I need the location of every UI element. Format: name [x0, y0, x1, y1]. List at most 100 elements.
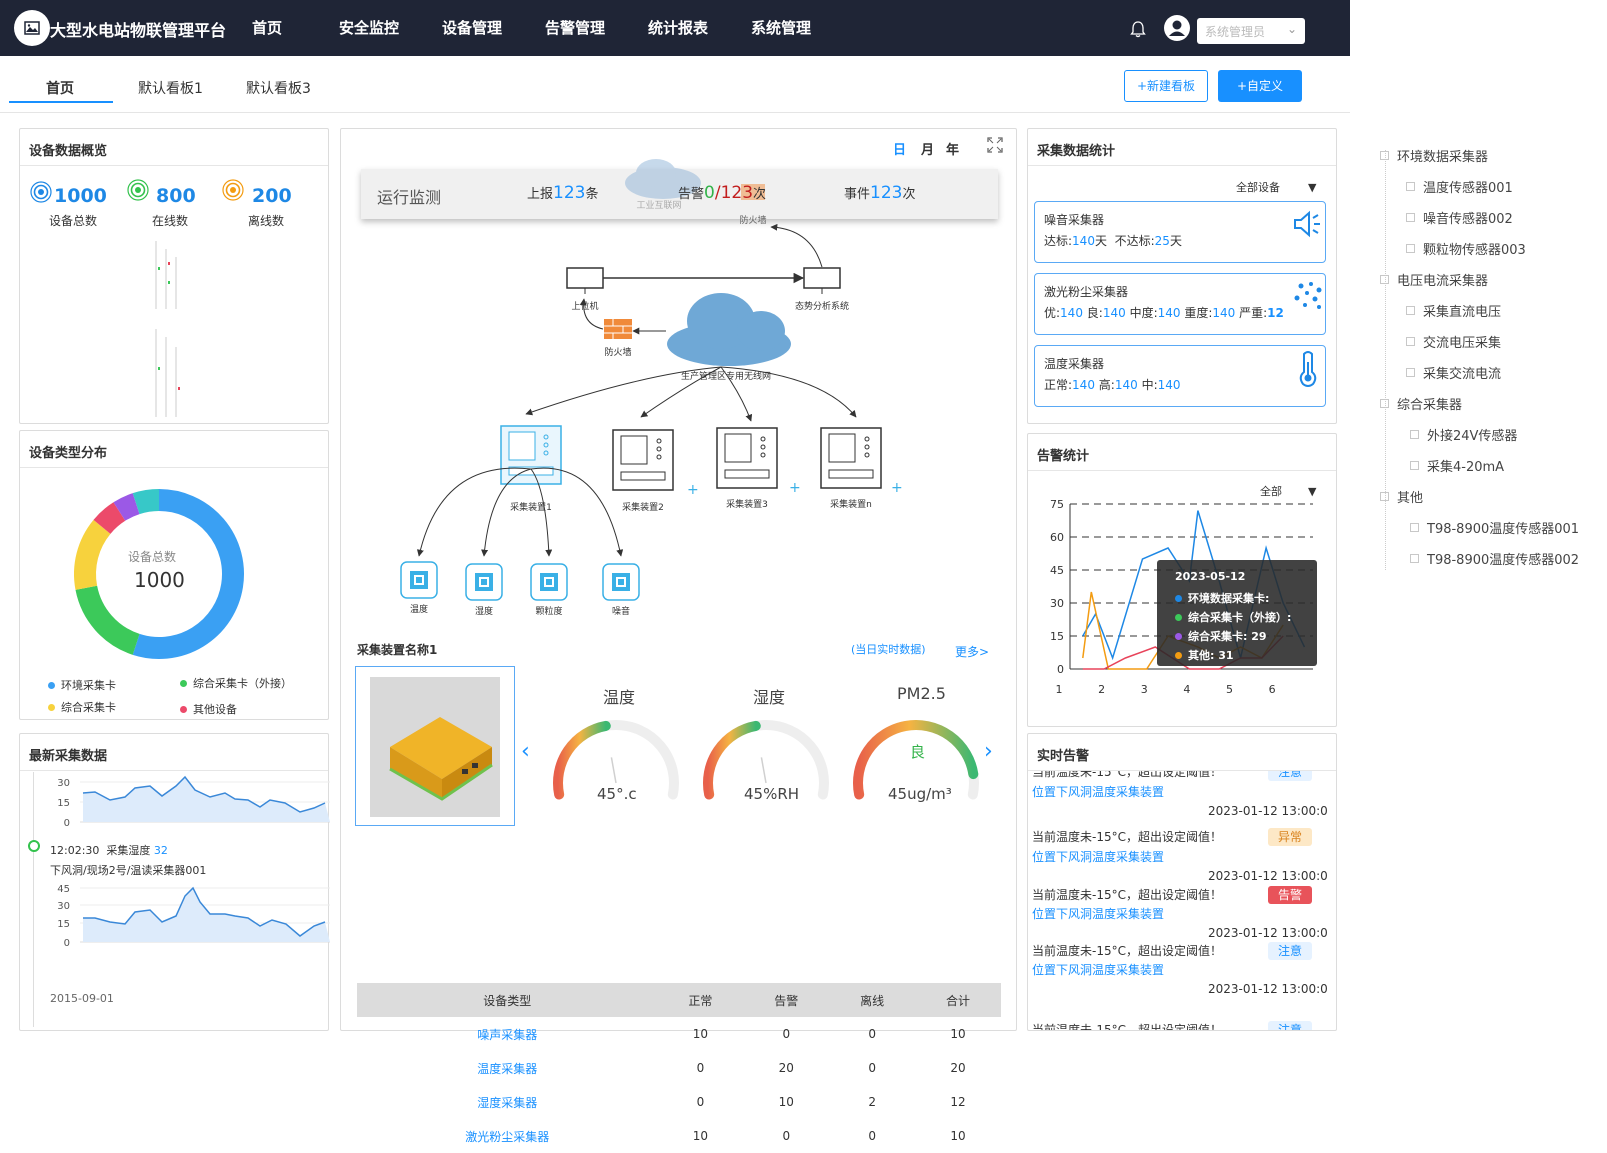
- timeline-dot-icon: [28, 840, 40, 852]
- device-status-table: 设备类型 正常 告警 离线 合计 噪声采集器 10 0 0 10 温度采集器 0…: [357, 983, 1001, 1153]
- plus-icon: +: [891, 480, 903, 496]
- chart1-tick: 15: [57, 798, 70, 809]
- cloud-icon: [667, 293, 791, 366]
- tab-board1[interactable]: 默认看板1: [138, 78, 203, 98]
- app-logo[interactable]: [14, 10, 50, 46]
- tree-node[interactable]: 颗粒物传感器003: [1406, 239, 1526, 258]
- expand-icon: [1406, 306, 1415, 315]
- period-day[interactable]: 日: [893, 139, 906, 158]
- x-tick-label: 5: [1226, 683, 1233, 696]
- tree-node[interactable]: 采集交流电流: [1406, 363, 1501, 382]
- table-header: 告警: [743, 983, 830, 1017]
- temperature-gauge: [553, 720, 679, 800]
- firewall-icon: [604, 319, 632, 339]
- bell-icon[interactable]: [1130, 20, 1146, 42]
- device-image-frame: [355, 666, 515, 826]
- latest-chart-1: 30 15 0: [57, 775, 330, 829]
- table-cell: 20: [778, 1061, 794, 1075]
- fullscreen-icon[interactable]: [987, 137, 1003, 153]
- table-cell-type[interactable]: 激光粉尘采集器: [357, 1119, 657, 1153]
- alarm-location[interactable]: 位置下风洞温度采集装置: [1032, 848, 1164, 865]
- table-cell-type[interactable]: 湿度采集器: [357, 1085, 657, 1119]
- nav-security[interactable]: 安全监控: [339, 17, 399, 38]
- gauge-value: 45%RH: [744, 785, 800, 803]
- bottom-date: 2015-09-01: [50, 992, 114, 1002]
- tab-board3[interactable]: 默认看板3: [246, 78, 311, 98]
- tree-node[interactable]: 采集直流电压: [1406, 301, 1501, 320]
- tree-node[interactable]: 电压电流采集器: [1380, 270, 1488, 289]
- custom-button[interactable]: +自定义: [1218, 70, 1302, 102]
- host-label: 上位机: [571, 300, 598, 312]
- humidity-sensor-icon: [465, 563, 503, 601]
- sensor-label: 温度: [410, 603, 428, 615]
- period-month[interactable]: 月: [921, 139, 934, 158]
- nav-system[interactable]: 系统管理: [751, 17, 811, 38]
- x-tick-label: 1: [1056, 683, 1063, 696]
- sensor-label: 颗粒度: [535, 605, 562, 617]
- divider: [1028, 470, 1336, 471]
- collect-stats-panel: 采集数据统计 全部设备 ▼ 噪音采集器 达标:140天 不达标:25天 激光粉尘采…: [1027, 128, 1337, 424]
- panel-title: 设备数据概览: [29, 144, 108, 159]
- tree-node[interactable]: 其他: [1380, 487, 1423, 506]
- alarm-time: 2023-01-12 13:00:0: [1208, 926, 1328, 940]
- overview-panel: 设备数据概览 1000 设备总数 800 在线数 200 离线数: [19, 128, 329, 424]
- alarm-location[interactable]: 位置下风洞温度采集装置: [1032, 961, 1164, 978]
- nav-home[interactable]: 首页: [252, 17, 282, 38]
- expand-icon: [1406, 337, 1415, 346]
- tree-node[interactable]: T98-8900温度传感器002: [1410, 549, 1579, 568]
- entry-label: 采集湿度: [106, 844, 151, 857]
- panel-title: 告警统计: [1037, 449, 1090, 464]
- table-cell: 10: [778, 1095, 794, 1109]
- more-link[interactable]: 更多>: [955, 643, 989, 660]
- period-year[interactable]: 年: [946, 139, 959, 158]
- device-filter-select[interactable]: 全部设备 ▼: [1236, 179, 1316, 195]
- legend-item: 综合采集卡（外接）: [180, 675, 292, 691]
- tree-node[interactable]: 采集4-20mA: [1410, 456, 1504, 475]
- table-cell-type[interactable]: 温度采集器: [357, 1051, 657, 1085]
- tree-node[interactable]: 交流电压采集: [1406, 332, 1501, 351]
- collector-label: 采集装置2: [622, 501, 664, 513]
- alarm-location[interactable]: 位置下风洞温度采集装置: [1032, 783, 1164, 800]
- gauge-title: PM2.5: [897, 684, 946, 703]
- prev-arrow-icon[interactable]: ‹: [521, 739, 530, 764]
- x-tick-label: 6: [1269, 683, 1276, 696]
- collector-label: 采集装置1: [510, 501, 552, 513]
- stat-card-dust[interactable]: 激光粉尘采集器 优:140 良:140 中度:140 重度:140 严重:12: [1034, 273, 1326, 335]
- nav-alarm[interactable]: 告警管理: [545, 17, 605, 38]
- collector-device-icon: [612, 429, 674, 491]
- realtime-link[interactable]: (当日实时数据): [851, 641, 926, 657]
- device-image: [370, 677, 500, 817]
- table-row: 温度采集器 0 20 0 20: [357, 1051, 1001, 1085]
- legend-item: 其他设备: [180, 701, 237, 717]
- tree-node[interactable]: 环境数据采集器: [1380, 146, 1488, 165]
- nav-device[interactable]: 设备管理: [442, 17, 502, 38]
- collector-label: 采集装置3: [726, 498, 768, 510]
- tree-node[interactable]: 温度传感器001: [1406, 177, 1513, 196]
- tree-node[interactable]: 外接24V传感器: [1410, 425, 1517, 444]
- alarm-location[interactable]: 位置下风洞温度采集装置: [1032, 905, 1164, 922]
- active-tab-indicator: [9, 101, 113, 103]
- user-dropdown[interactable]: 系统管理员 ⌄: [1197, 18, 1305, 44]
- tree-node[interactable]: 噪音传感器002: [1406, 208, 1513, 227]
- divider: [20, 165, 328, 166]
- tree-node[interactable]: 综合采集器: [1380, 394, 1462, 413]
- tab-home[interactable]: 首页: [46, 78, 74, 98]
- offline-count: 200: [252, 185, 292, 207]
- user-avatar-icon[interactable]: [1164, 15, 1190, 41]
- collector-device-icon: [716, 427, 778, 489]
- next-arrow-icon[interactable]: ›: [984, 739, 993, 764]
- humidity-gauge: [703, 720, 829, 800]
- entry-path: 下风洞/现场2号/温读采集器001: [50, 864, 207, 877]
- collector-label: 采集装置n: [830, 498, 872, 510]
- svg-text:0: 0: [64, 938, 70, 949]
- app-title: 大型水电站物联管理平台: [50, 21, 227, 40]
- alarm-message: 当前温度未-15°C，超出设定阈值！: [1032, 830, 1222, 844]
- tree-node[interactable]: T98-8900温度传感器001: [1410, 518, 1579, 537]
- table-row: 激光粉尘采集器 10 0 0 10: [357, 1119, 1001, 1153]
- nav-report[interactable]: 统计报表: [648, 17, 708, 38]
- stat-card-temperature[interactable]: 温度采集器 正常:140 高:140 中:140: [1034, 345, 1326, 407]
- new-board-button[interactable]: +新建看板: [1124, 70, 1208, 102]
- gauge-value: 45°.c: [597, 785, 637, 803]
- stat-card-noise[interactable]: 噪音采集器 达标:140天 不达标:25天: [1034, 201, 1326, 263]
- table-cell: 0: [696, 1095, 705, 1109]
